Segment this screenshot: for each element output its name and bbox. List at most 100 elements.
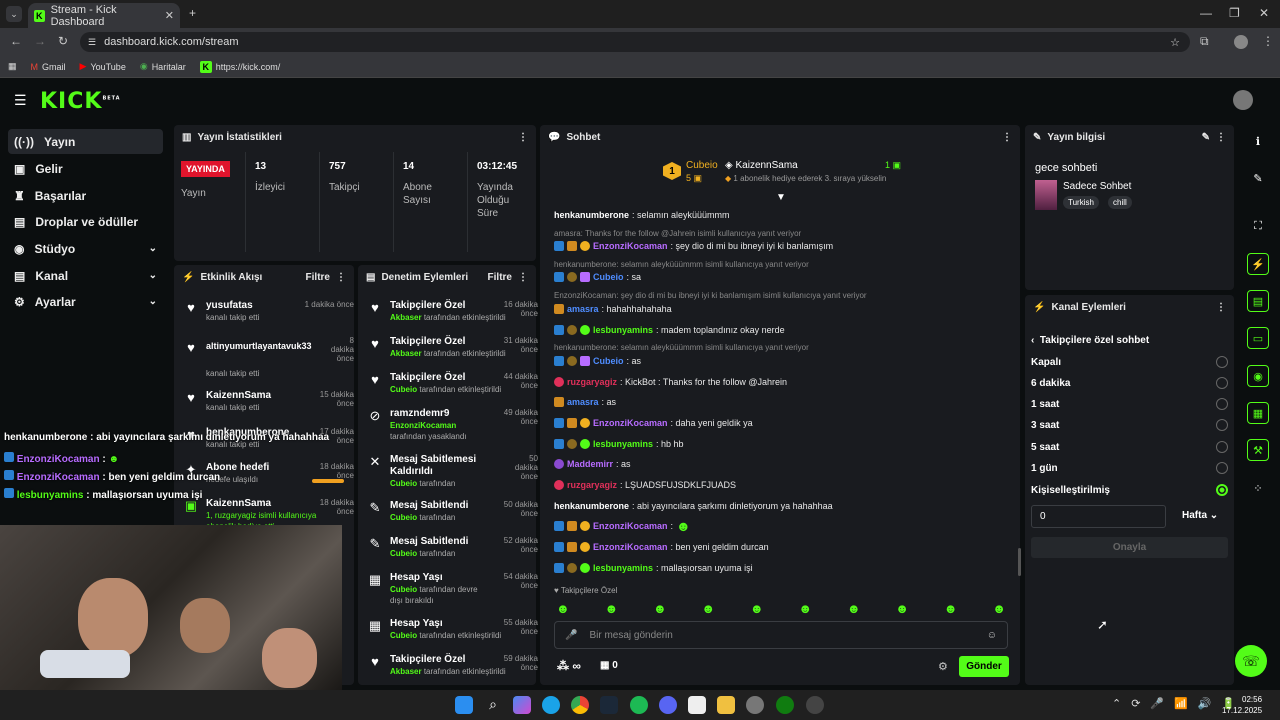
profile-avatar[interactable] (1234, 35, 1248, 49)
emote-icon[interactable]: ☻ (653, 601, 667, 616)
emote-icon[interactable]: ☻ (750, 601, 764, 616)
more-options-icon[interactable]: ⋮ (518, 272, 528, 283)
close-tab-icon[interactable]: ✕ (165, 9, 174, 22)
chat-message: Maddemirr: as (554, 458, 631, 470)
emote-icon[interactable]: ☻ (556, 601, 570, 616)
emote-icon[interactable]: ☻ (992, 601, 1006, 616)
leader-name[interactable]: Cubeio (686, 160, 718, 171)
expand-leaderboard-icon[interactable]: ▼ (776, 192, 786, 203)
bookmark-kick[interactable]: Khttps://kick.com/ (199, 60, 280, 73)
gmail-icon: M (30, 61, 39, 72)
option-radio-selected[interactable] (1216, 484, 1228, 496)
copilot-icon[interactable] (513, 696, 531, 714)
hamburger-menu-icon[interactable]: ☰ (14, 92, 27, 109)
confirm-button[interactable]: Onayla (1031, 537, 1228, 558)
chat-input[interactable]: 🎤 Bir mesaj gönderin ☺ (554, 621, 1008, 649)
maximize-button[interactable]: ❐ (1229, 6, 1240, 20)
option-radio[interactable] (1216, 377, 1228, 389)
back-icon[interactable]: ← (10, 34, 22, 48)
steam-icon[interactable] (600, 696, 618, 714)
new-tab-button[interactable]: + (189, 6, 196, 20)
more-options-icon[interactable]: ⋮ (1002, 132, 1012, 143)
address-bar[interactable]: ☰ dashboard.kick.com/stream ☆ (80, 32, 1190, 52)
close-window-button[interactable]: ✕ (1259, 6, 1269, 20)
followers-only-back[interactable]: ‹ Takipçilere özel sohbet (1031, 335, 1149, 346)
emote-icon[interactable]: ☻ (798, 601, 812, 616)
xbox-icon[interactable] (776, 696, 794, 714)
emote-icon[interactable]: ☻ (944, 601, 958, 616)
option-radio[interactable] (1216, 419, 1228, 431)
emote-icon[interactable]: ☻ (847, 601, 861, 616)
chat-scrollbar[interactable] (1018, 548, 1021, 576)
heart-icon: ♥ (371, 336, 379, 351)
more-options-icon[interactable]: ⋮ (336, 272, 346, 283)
sidebar-item-yayin[interactable]: ((·)) Yayın (8, 129, 163, 154)
star-icon[interactable]: ☆ (1170, 36, 1180, 49)
edge-icon[interactable] (542, 696, 560, 714)
sidebar-item-droplar[interactable]: ▤ Droplar ve ödüller (8, 209, 163, 234)
chat-bubble-icon[interactable]: ▭ (1247, 327, 1269, 349)
activity-filter-button[interactable]: Filtre (306, 272, 330, 283)
minimize-button[interactable]: — (1200, 6, 1212, 20)
obs-icon[interactable] (806, 696, 824, 714)
forward-icon[interactable]: → (34, 34, 46, 48)
app-icon[interactable] (688, 696, 706, 714)
user-avatar[interactable] (1233, 90, 1253, 110)
browser-menu-icon[interactable]: ⋮ (1262, 34, 1274, 48)
chat-message: lesbunyamins: hb hb (554, 438, 684, 450)
bookmark-youtube[interactable]: ▶ YouTube (80, 61, 126, 72)
emote-icon[interactable]: ☻ (895, 601, 909, 616)
bookmark-gmail[interactable]: M Gmail (31, 62, 66, 72)
bookmark-maps[interactable]: ◉ Haritalar (140, 61, 186, 72)
start-button-icon[interactable] (455, 696, 473, 714)
apps-icon[interactable]: ▦ (8, 61, 17, 72)
chat-settings-icon[interactable]: ⚙ (938, 660, 948, 673)
chrome-icon[interactable] (571, 696, 589, 714)
settings-icon[interactable] (746, 696, 764, 714)
spotify-icon[interactable] (630, 696, 648, 714)
more-options-icon[interactable]: ⋮ (1216, 132, 1226, 143)
document-icon[interactable]: ▤ (1247, 290, 1269, 312)
custom-duration-input[interactable]: 0 (1031, 505, 1166, 528)
moderation-filter-button[interactable]: Filtre (488, 272, 512, 283)
send-button[interactable]: Gönder (959, 656, 1009, 677)
extensions-icon[interactable]: ⧉ (1200, 34, 1209, 49)
support-chat-button[interactable]: ☏ (1235, 645, 1267, 677)
option-radio[interactable] (1216, 462, 1228, 474)
browser-tab[interactable]: K Stream - Kick Dashboard ✕ (28, 3, 180, 28)
more-icon[interactable]: ⁘ (1247, 477, 1269, 499)
search-icon[interactable]: ⌕ (484, 696, 502, 714)
fullscreen-icon[interactable]: ⛶ (1247, 215, 1269, 237)
broadcast-icon[interactable]: ◉ (1247, 365, 1269, 387)
edit-icon[interactable]: ✎ (1202, 132, 1210, 143)
option-radio[interactable] (1216, 398, 1228, 410)
emoji-picker-icon[interactable]: ☺ (987, 630, 997, 641)
sidebar-item-studyo[interactable]: ◉ Stüdyo ⌄ (8, 236, 163, 261)
sidebar-item-ayarlar[interactable]: ⚙ Ayarlar ⌄ (8, 289, 163, 314)
sidebar-item-basarilar[interactable]: ♜ Başarılar (8, 183, 163, 208)
sidebar-item-kanal[interactable]: ▤ Kanal ⌄ (8, 263, 163, 288)
tab-list-button[interactable]: ⌄ (6, 6, 22, 22)
info-icon[interactable]: ℹ (1247, 130, 1269, 152)
site-info-icon[interactable]: ☰ (88, 37, 96, 48)
kick-logo[interactable]: KICKBETA (40, 89, 121, 114)
pencil-icon[interactable]: ✎ (1247, 167, 1269, 189)
duration-unit-select[interactable]: Hafta ⌄ (1182, 510, 1218, 521)
option-radio[interactable] (1216, 441, 1228, 453)
wrench-icon[interactable]: ⚒ (1247, 439, 1269, 461)
reload-icon[interactable]: ↻ (58, 34, 68, 48)
more-options-icon[interactable]: ⋮ (518, 132, 528, 143)
microphone-icon[interactable]: 🎤 (565, 630, 577, 641)
points-infinity[interactable]: ⁂ ∞ (557, 659, 581, 673)
store-points[interactable]: ▦ 0 (600, 660, 618, 671)
option-radio[interactable] (1216, 356, 1228, 368)
moderation-icon[interactable]: ▦ (1247, 402, 1269, 424)
clock[interactable]: 02:56 17.12.2025 (1222, 694, 1262, 716)
emote-icon[interactable]: ☻ (701, 601, 715, 616)
sidebar-item-gelir[interactable]: ▣ Gelir (8, 156, 163, 181)
file-explorer-icon[interactable] (717, 696, 735, 714)
flash-icon[interactable]: ⚡ (1247, 253, 1269, 275)
emote-icon[interactable]: ☻ (604, 601, 618, 616)
discord-icon[interactable] (659, 696, 677, 714)
more-options-icon[interactable]: ⋮ (1216, 302, 1226, 313)
